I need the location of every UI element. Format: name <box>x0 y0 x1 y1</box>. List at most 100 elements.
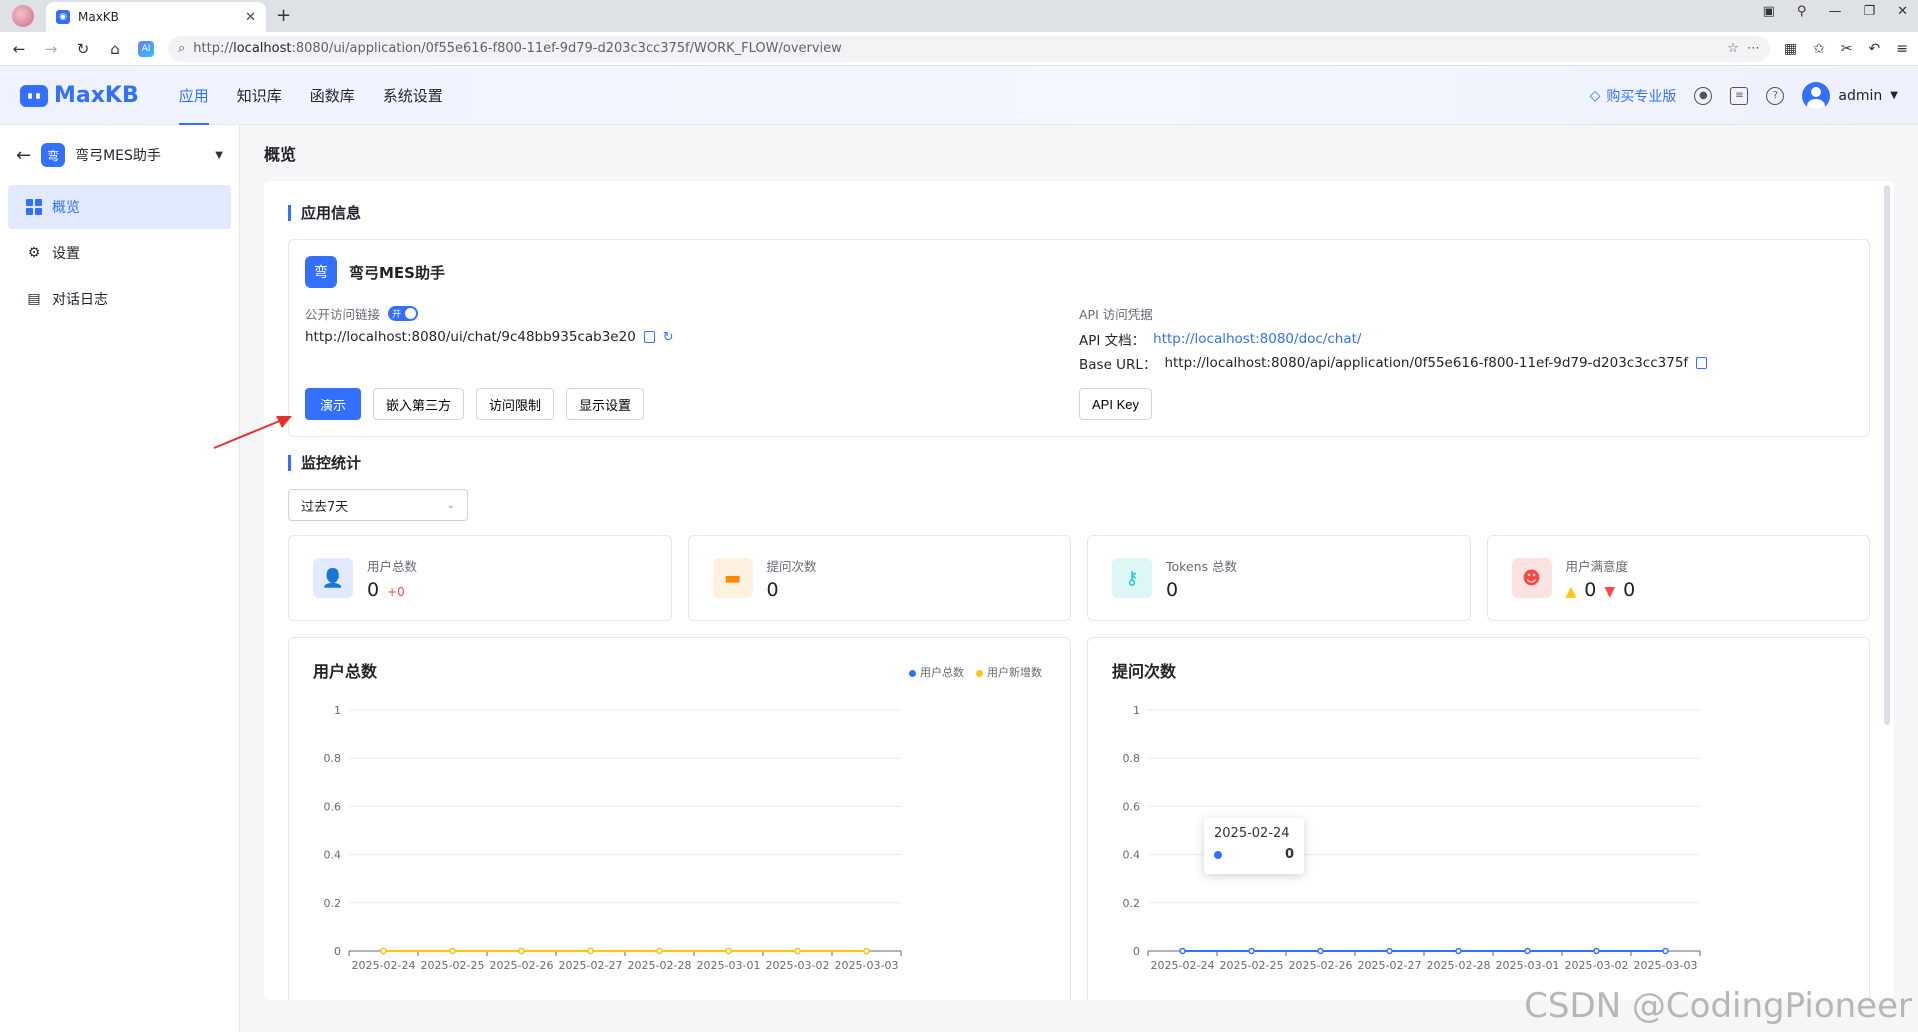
tab-close-icon[interactable]: ✕ <box>245 10 256 25</box>
maxkb-favicon-icon: ◉ <box>56 10 70 24</box>
users-line-chart[interactable]: 0 0.2 0.4 0.6 0.8 1 2025-02-24 2025-02-25 2025-0… <box>301 698 921 998</box>
data-point <box>863 947 870 955</box>
back-arrow-icon[interactable]: ← <box>16 145 31 166</box>
x-tick-label: 2025-02-25 <box>421 959 485 972</box>
sidebar-item-label: 概览 <box>52 200 80 216</box>
api-actions: API Key <box>1079 388 1853 420</box>
y-tick-label: 0.8 <box>1123 752 1141 765</box>
nav-functions[interactable]: 函数库 <box>310 67 355 125</box>
sidebar-item-chat-log[interactable]: ▤ 对话日志 <box>8 277 231 321</box>
stat-label: 用户总数 <box>367 558 418 574</box>
user-menu[interactable]: admin ▼ <box>1802 81 1898 110</box>
x-tick-label: 2025-02-26 <box>1289 959 1353 972</box>
sidebar-item-settings[interactable]: ⚙ 设置 <box>8 231 231 275</box>
tab-count-icon[interactable]: ▣ <box>1763 4 1775 19</box>
data-point <box>1386 947 1393 955</box>
nav-application[interactable]: 应用 <box>178 67 209 125</box>
home-icon[interactable]: ⌂ <box>106 40 124 58</box>
api-doc-link[interactable]: http://localhost:8080/doc/chat/ <box>1153 331 1361 347</box>
x-tick-label: 2025-02-25 <box>1220 959 1284 972</box>
api-doc-label: API 文档： <box>1079 333 1146 349</box>
chart-users: 用户总数 用户总数 用户新增数 0 0.2 0.4 0.6 0.8 1 2025-02-24… <box>288 637 1071 1000</box>
window-controls: ▣ ⚲ — ❐ ✕ <box>1763 4 1908 19</box>
stat-diff: +0 <box>387 584 405 599</box>
refresh-icon[interactable]: ↻ <box>663 330 674 345</box>
help-icon[interactable]: ? <box>1766 86 1785 105</box>
page-title: 概览 <box>264 145 297 164</box>
legend-item[interactable]: 用户新增数 <box>976 664 1042 680</box>
stat-tokens: ⚷ Tokens 总数 0 <box>1087 535 1471 621</box>
copy-icon[interactable] <box>643 331 655 343</box>
url-field[interactable]: ⌕ http://localhost:8080/ui/application/0… <box>168 35 1770 62</box>
app-info-title: 应用信息 <box>288 205 1870 221</box>
data-point <box>725 947 732 955</box>
pin-icon[interactable]: ⚲ <box>1797 4 1807 19</box>
chart-legend[interactable]: 用户总数 用户新增数 <box>909 664 1042 680</box>
nav-system-settings[interactable]: 系统设置 <box>383 67 443 125</box>
sidebar: ← 弯 弯弓MES助手 ▼ 概览 ⚙ 设置 ▤ 对话日志 <box>0 125 240 1032</box>
undo-icon[interactable]: ↶ <box>1869 41 1881 57</box>
logo-robot-icon <box>20 84 48 107</box>
x-tick-label: 2025-03-01 <box>697 959 761 972</box>
access-limit-button[interactable]: 访问限制 <box>476 388 555 420</box>
annotation-arrow-icon <box>213 416 292 449</box>
data-point <box>1593 947 1600 955</box>
new-tab-icon[interactable]: + <box>276 5 291 26</box>
public-link[interactable]: http://localhost:8080/ui/chat/9c48bb935c… <box>305 329 636 345</box>
reload-icon[interactable]: ↻ <box>74 40 92 58</box>
x-tick-label: 2025-03-02 <box>1565 959 1629 972</box>
github-icon[interactable]: ● <box>1694 86 1713 105</box>
y-tick-label: 1 <box>1133 704 1140 717</box>
close-window-icon[interactable]: ✕ <box>1897 4 1908 19</box>
time-range-select[interactable]: 过去7天 ⌄ <box>288 489 468 521</box>
public-access-toggle[interactable]: 开 <box>388 306 419 321</box>
x-tick-label: 2025-03-03 <box>1634 959 1698 972</box>
restore-icon[interactable]: ❐ <box>1863 4 1875 19</box>
sidebar-item-overview[interactable]: 概览 <box>8 185 231 229</box>
browser-tools: ▦ ✩ ✂ ↶ ≡ <box>1784 41 1908 57</box>
copy-icon[interactable] <box>1696 357 1708 369</box>
screenshot-icon[interactable]: ✂ <box>1841 41 1853 57</box>
nav-knowledge[interactable]: 知识库 <box>237 67 282 125</box>
profile-avatar[interactable] <box>12 5 34 27</box>
address-bar: ← → ↻ ⌂ AI ⌕ http://localhost:8080/ui/ap… <box>0 32 1918 66</box>
forward-icon[interactable]: → <box>42 40 60 58</box>
chart-tooltip: 2025-02-24 0 <box>1204 818 1304 874</box>
scrollbar[interactable] <box>1884 185 1890 725</box>
more-icon[interactable]: ⋯ <box>1747 41 1760 56</box>
top-nav: 应用 知识库 函数库 系统设置 <box>178 67 443 125</box>
logo[interactable]: MaxKB <box>20 83 139 108</box>
y-tick-label: 0 <box>1133 945 1140 958</box>
questions-line-chart[interactable]: 0 0.2 0.4 0.6 0.8 1 2025-02-24 2025-02-25 2025-0… <box>1100 698 1720 998</box>
data-point <box>656 947 663 955</box>
y-tick-label: 0.2 <box>1123 897 1141 910</box>
browser-tab[interactable]: ◉ MaxKB ✕ <box>46 2 266 32</box>
tab-title: MaxKB <box>78 10 119 24</box>
apps-grid-icon[interactable]: ▦ <box>1784 41 1797 57</box>
data-point <box>449 947 456 955</box>
chevron-down-icon: ▼ <box>1890 90 1898 101</box>
docs-icon[interactable]: ≡ <box>1730 86 1749 105</box>
display-settings-button[interactable]: 显示设置 <box>566 388 645 420</box>
embed-button[interactable]: 嵌入第三方 <box>373 388 465 420</box>
ai-assistant-icon[interactable]: AI <box>138 40 154 57</box>
public-link-label: 公开访问链接 <box>305 307 381 322</box>
base-url-row: Base URL： http://localhost:8080/api/appl… <box>1079 353 1853 373</box>
buy-pro-link[interactable]: ◇ 购买专业版 <box>1590 86 1677 106</box>
app-selector[interactable]: ← 弯 弯弓MES助手 ▼ <box>8 141 231 169</box>
key-icon: ⚷ <box>1112 558 1152 598</box>
bookmark-star-icon[interactable]: ☆ <box>1727 41 1739 56</box>
data-point <box>518 947 525 955</box>
document-icon: ▤ <box>27 291 41 307</box>
stat-label: 用户满意度 <box>1565 558 1629 574</box>
api-key-button[interactable]: API Key <box>1079 388 1152 420</box>
back-icon[interactable]: ← <box>10 40 28 58</box>
favorites-icon[interactable]: ✩ <box>1813 41 1825 57</box>
minimize-icon[interactable]: — <box>1828 4 1841 19</box>
legend-item[interactable]: 用户总数 <box>909 664 964 680</box>
stat-value: 0 <box>1166 578 1179 601</box>
menu-icon[interactable]: ≡ <box>1896 41 1908 57</box>
demo-button[interactable]: 演示 <box>305 388 362 420</box>
x-tick-label: 2025-03-03 <box>835 959 899 972</box>
caret-down-icon: ▼ <box>215 149 223 161</box>
